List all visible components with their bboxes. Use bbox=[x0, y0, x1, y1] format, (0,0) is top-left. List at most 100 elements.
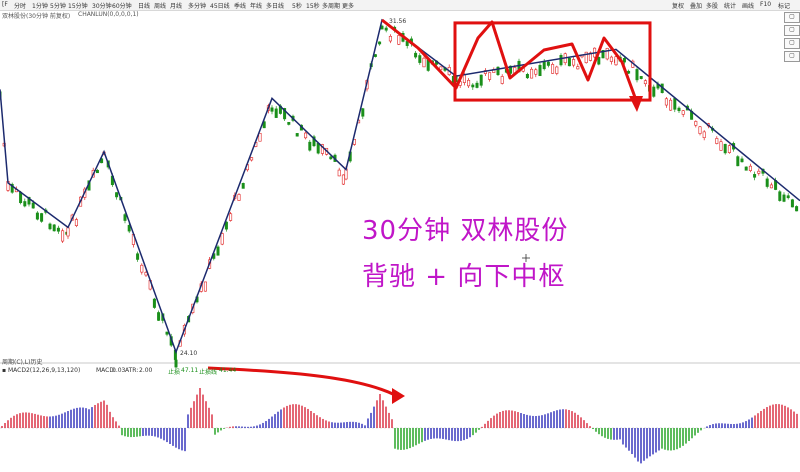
candle-body bbox=[287, 122, 291, 125]
right-buttons: ▢ ▢ ▢ ▢ bbox=[784, 12, 800, 64]
period-tab-9[interactable]: 月线 bbox=[170, 1, 182, 10]
candle-body bbox=[203, 281, 207, 292]
candle-body bbox=[479, 74, 483, 86]
period-tab-7[interactable]: 日线 bbox=[138, 1, 150, 10]
candle-body bbox=[673, 98, 677, 110]
candle-body bbox=[123, 214, 127, 221]
candle-body bbox=[115, 192, 119, 198]
candle-body bbox=[555, 66, 559, 74]
candle-body bbox=[744, 166, 748, 171]
candle-body bbox=[384, 27, 388, 31]
annotation-line-2: 背驰 + 向下中枢 bbox=[362, 262, 566, 292]
period-tab-16[interactable]: 15秒 bbox=[306, 1, 320, 10]
candle-body bbox=[165, 331, 169, 335]
candle-body bbox=[538, 65, 542, 77]
toolbar-right-5[interactable]: F10 bbox=[760, 1, 771, 8]
toolbar-right-1[interactable]: 叠加 bbox=[690, 1, 702, 10]
candle-body bbox=[736, 156, 740, 167]
period-tab-6[interactable]: 60分钟 bbox=[112, 1, 132, 10]
candle-body bbox=[664, 98, 668, 106]
candle-body bbox=[609, 56, 613, 62]
candle-body bbox=[559, 55, 563, 66]
candle-body bbox=[258, 132, 262, 142]
candle-body bbox=[534, 69, 538, 75]
stoploss-value: 47.11 bbox=[181, 367, 199, 374]
period-tab-4[interactable]: 15分钟 bbox=[68, 1, 88, 10]
candle-body bbox=[500, 76, 504, 84]
toolbar-right-4[interactable]: 画线 bbox=[742, 1, 754, 10]
annotation-line-1: 30分钟 双林股份 bbox=[362, 216, 569, 246]
atr-value: 2.00 bbox=[139, 367, 153, 374]
candle-body bbox=[74, 219, 78, 226]
right-btn-1[interactable]: ▢ bbox=[784, 12, 800, 23]
candle-body bbox=[471, 84, 475, 88]
candle-body bbox=[229, 213, 233, 221]
candle-body bbox=[677, 107, 681, 112]
stopline-label: 止损线 bbox=[199, 369, 218, 376]
down-arrow-marker bbox=[629, 96, 643, 112]
toolbar-right-2[interactable]: 多股 bbox=[706, 1, 718, 10]
chart-title: 双林股份(30分钟 前复权) bbox=[2, 13, 71, 20]
candle-body bbox=[790, 199, 794, 208]
candle-body bbox=[462, 74, 466, 83]
right-btn-3[interactable]: ▢ bbox=[784, 38, 800, 49]
candle-body bbox=[66, 227, 70, 237]
candle-body bbox=[740, 158, 744, 163]
candle-body bbox=[295, 133, 299, 137]
candle-body bbox=[467, 79, 471, 87]
candle-body bbox=[567, 57, 571, 67]
period-tab-0[interactable]: [F bbox=[2, 1, 8, 8]
period-tab-3[interactable]: 5分钟 bbox=[50, 1, 66, 10]
period-tab-18[interactable]: 更多 bbox=[342, 1, 354, 10]
candle-body bbox=[337, 169, 341, 177]
candle-body bbox=[216, 246, 220, 256]
period-tab-12[interactable]: 季线 bbox=[234, 1, 246, 10]
candle-body bbox=[795, 206, 799, 212]
candle-body bbox=[157, 312, 161, 321]
macd-square-icon: ▪ bbox=[2, 367, 7, 374]
candle-body bbox=[753, 174, 757, 178]
candle-body bbox=[316, 143, 320, 154]
indicator-name: CHANLUN(0,0,0,0,1) bbox=[78, 11, 139, 18]
candle-body bbox=[715, 138, 719, 144]
period-tab-2[interactable]: 1分钟 bbox=[32, 1, 48, 10]
candle-body bbox=[308, 141, 312, 151]
candle-body bbox=[605, 48, 609, 60]
candle-body bbox=[727, 145, 731, 153]
period-tab-11[interactable]: 45日线 bbox=[210, 1, 230, 10]
period-tab-10[interactable]: 多分钟 bbox=[188, 1, 206, 10]
candle-body bbox=[542, 61, 546, 70]
right-btn-2[interactable]: ▢ bbox=[784, 25, 800, 36]
candle-body bbox=[614, 56, 618, 66]
candle-body bbox=[622, 58, 626, 63]
toolbar-right-3[interactable]: 统计 bbox=[724, 1, 736, 10]
candle-body bbox=[639, 76, 643, 79]
candle-body bbox=[652, 86, 656, 97]
candle-body bbox=[361, 108, 365, 117]
candle-body bbox=[250, 157, 254, 161]
period-tab-14[interactable]: 多日线 bbox=[266, 1, 284, 10]
high-price-label: 31.56 bbox=[389, 18, 407, 25]
period-tab-17[interactable]: 多周期 bbox=[322, 1, 340, 10]
macd-value: 0.03 bbox=[112, 367, 126, 374]
right-btn-4[interactable]: ▢ bbox=[784, 51, 800, 62]
candle-body bbox=[765, 178, 769, 187]
toolbar-right-0[interactable]: 复权 bbox=[672, 1, 684, 10]
period-tab-1[interactable]: 分时 bbox=[14, 1, 26, 10]
candle-body bbox=[373, 54, 377, 57]
candle-body bbox=[304, 132, 308, 139]
chanlun-stroke-line bbox=[0, 18, 800, 355]
period-tab-8[interactable]: 周线 bbox=[154, 1, 166, 10]
period-tab-13[interactable]: 年线 bbox=[250, 1, 262, 10]
candle-body bbox=[769, 184, 773, 189]
candle-body bbox=[786, 195, 790, 199]
candle-body bbox=[546, 61, 550, 66]
candle-body bbox=[388, 35, 392, 42]
candle-body bbox=[136, 253, 140, 260]
candle-body bbox=[694, 121, 698, 126]
candle-body bbox=[669, 99, 673, 111]
toolbar-right-6[interactable]: 标记 bbox=[778, 1, 790, 10]
period-tab-5[interactable]: 30分钟 bbox=[92, 1, 112, 10]
period-tab-15[interactable]: 5秒 bbox=[292, 1, 302, 10]
stoploss-label: 止损 bbox=[168, 369, 181, 376]
